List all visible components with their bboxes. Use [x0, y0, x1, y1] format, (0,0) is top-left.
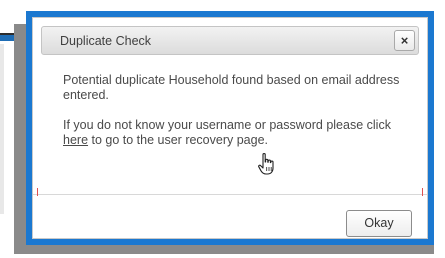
- dialog-frame: Duplicate Check × Potential duplicate Ho…: [26, 11, 434, 245]
- background-edge-mark: [422, 188, 423, 196]
- close-button[interactable]: ×: [394, 30, 415, 51]
- footer-divider: [33, 194, 427, 195]
- dialog-title: Duplicate Check: [60, 34, 152, 48]
- recovery-message: If you do not know your username or pass…: [63, 118, 413, 148]
- okay-button[interactable]: Okay: [346, 210, 412, 237]
- recovery-message-suffix: to go to the user recovery page.: [88, 133, 269, 147]
- page-background: Duplicate Check × Potential duplicate Ho…: [0, 0, 445, 258]
- duplicate-check-dialog: Duplicate Check × Potential duplicate Ho…: [32, 17, 428, 239]
- recovery-message-prefix: If you do not know your username or pass…: [63, 118, 391, 132]
- background-edge-mark: [37, 188, 38, 196]
- duplicate-message: Potential duplicate Household found base…: [63, 73, 400, 102]
- recovery-link[interactable]: here: [63, 133, 88, 147]
- dialog-titlebar[interactable]: Duplicate Check ×: [41, 26, 419, 55]
- close-icon: ×: [400, 33, 409, 48]
- background-strip: [0, 44, 4, 214]
- hand-pointer-icon: [258, 153, 274, 175]
